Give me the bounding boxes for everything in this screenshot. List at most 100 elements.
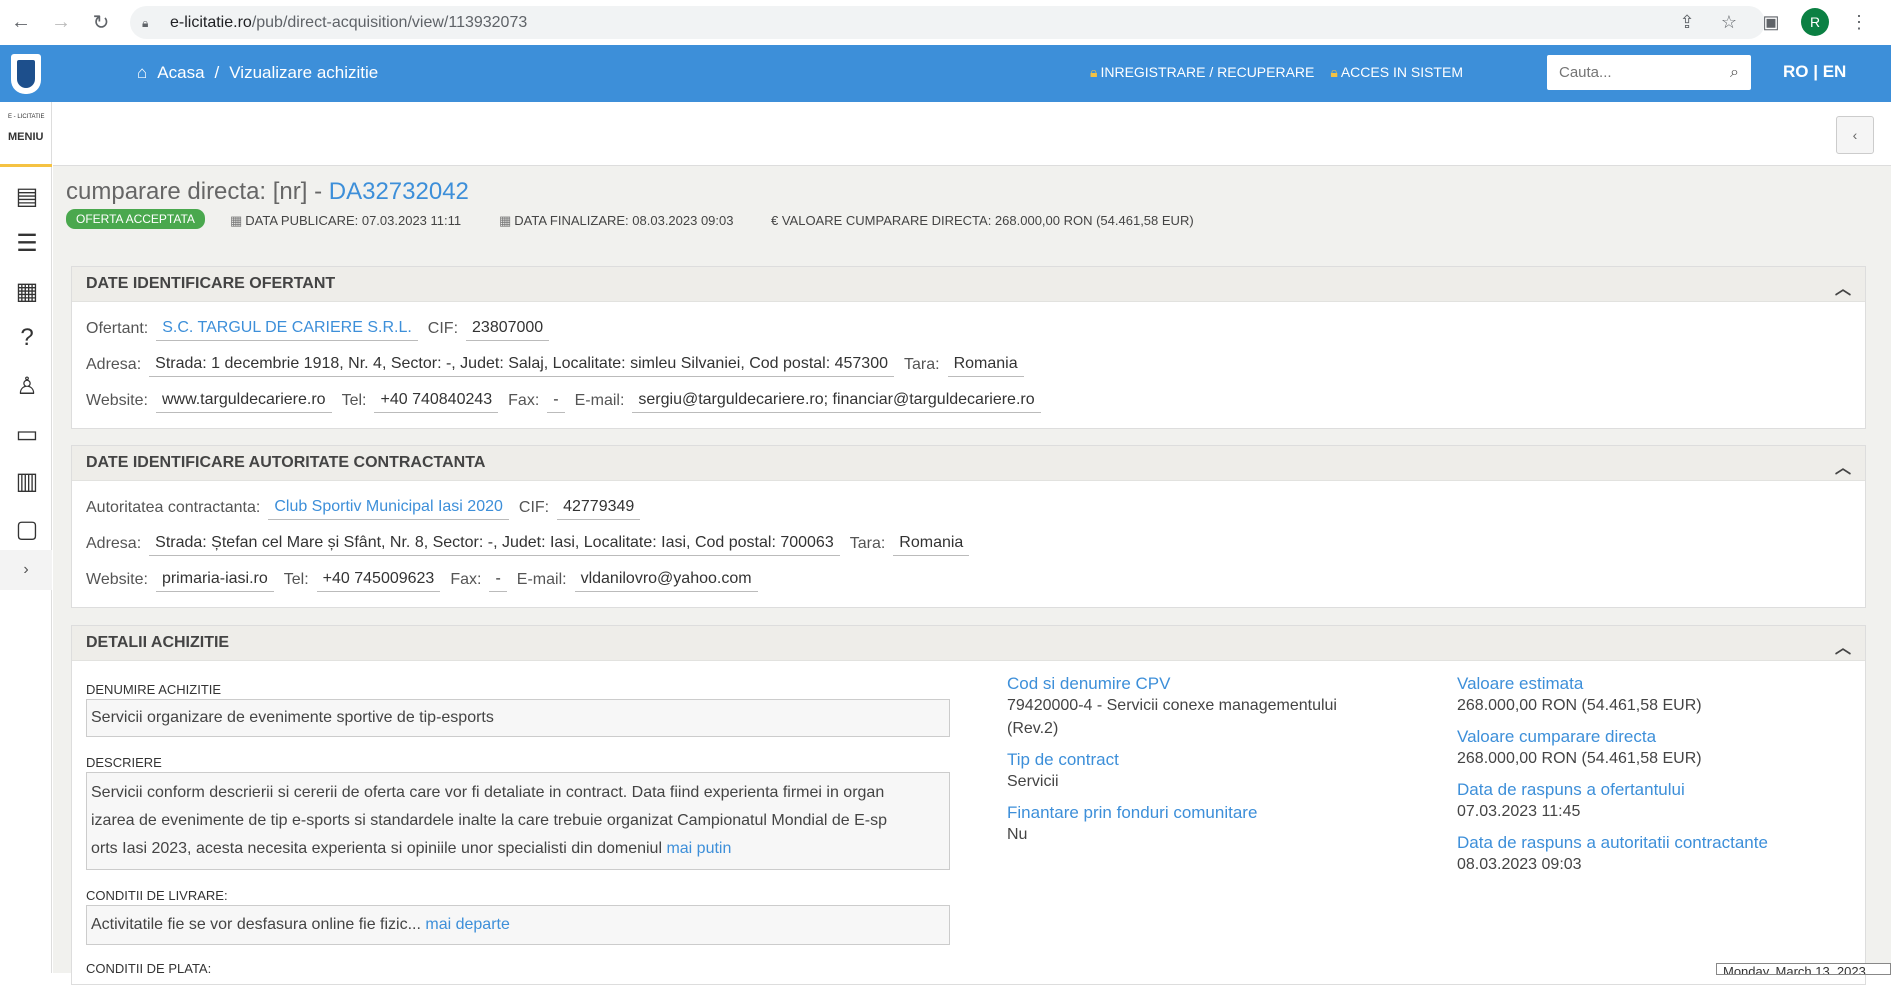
cif-label: CIF: <box>518 499 550 516</box>
search-input[interactable] <box>1559 64 1709 81</box>
export-list-icon[interactable]: ☰ <box>13 229 41 257</box>
description-label: DESCRIERE <box>86 755 162 770</box>
authority-cif: 42779349 <box>557 496 641 520</box>
tel-label: Tel: <box>283 571 309 588</box>
search-box: ⌕ <box>1547 55 1751 90</box>
estimated-value-title: Valoare estimata <box>1457 674 1584 693</box>
help-icon[interactable]: ? <box>13 324 41 352</box>
country-label: Tara: <box>849 535 886 552</box>
authority-name-link[interactable]: Club Sportiv Municipal Iasi 2020 <box>268 496 509 520</box>
authority-address: Strada: Ștefan cel Mare și Sfânt, Nr. 8,… <box>149 532 840 556</box>
calendar-icon: ▦ <box>499 213 512 228</box>
finalize-date: ▦ DATA FINALIZARE: 08.03.2023 09:03 <box>499 213 734 228</box>
forward-icon[interactable]: → <box>46 7 76 37</box>
authority-response-date: 08.03.2023 09:03 <box>1457 856 1582 873</box>
sidebar-menu-label[interactable]: MENIU <box>8 131 43 143</box>
authority-label: Autoritatea contractanta: <box>86 499 261 516</box>
register-link[interactable]: 🔒︎ INREGISTRARE / RECUPERARE <box>1090 64 1314 81</box>
cpv-title: Cod si denumire CPV <box>1007 674 1171 693</box>
name-label: DENUMIRE ACHIZITIE <box>86 682 222 697</box>
bidder-panel-header[interactable]: DATE IDENTIFICARE OFERTANT ︿ <box>72 267 1865 302</box>
contract-type-title: Tip de contract <box>1007 750 1119 769</box>
description-line: izarea de evenimente de tip e-sports si … <box>91 812 888 829</box>
bidder-cif: 23807000 <box>466 317 550 341</box>
date-tooltip: Monday, March 13, 2023 <box>1716 963 1891 975</box>
page-title: cumparare directa: [nr] - DA32732042 <box>66 178 469 205</box>
menu-divider <box>0 164 52 167</box>
bidder-label: Ofertant: <box>86 320 149 337</box>
direct-value: 268.000,00 RON (54.461,58 EUR) <box>1457 750 1702 767</box>
home-icon[interactable]: ⌂ <box>137 63 147 83</box>
chevron-up-icon[interactable]: ︿ <box>1835 275 1851 299</box>
bidder-country: Romania <box>947 353 1024 377</box>
bookmark-star-icon[interactable]: ☆ <box>1717 10 1741 34</box>
document-list-icon[interactable]: ▤ <box>13 182 41 210</box>
reload-icon[interactable]: ↻ <box>86 7 116 37</box>
share-icon[interactable]: ⇪ <box>1675 10 1699 34</box>
logo-shield-icon <box>11 53 41 94</box>
bidder-address: Strada: 1 decembrie 1918, Nr. 4, Sector:… <box>149 353 894 377</box>
show-less-link[interactable]: mai putin <box>666 840 731 857</box>
profile-avatar[interactable]: R <box>1801 8 1829 36</box>
page-toolbar: ‹ <box>53 102 1891 166</box>
payment-conditions-label: CONDITII DE PLATA: <box>86 961 212 976</box>
bidder-name-link[interactable]: S.C. TARGUL DE CARIERE S.R.L. <box>156 317 418 341</box>
chevron-up-icon[interactable]: ︿ <box>1835 454 1851 478</box>
cpv-value: 79420000-4 - Servicii conexe managementu… <box>1007 697 1337 737</box>
details-panel-header[interactable]: DETALII ACHIZITIE ︿ <box>72 626 1865 661</box>
authority-email: vldanilovro@yahoo.com <box>574 568 758 592</box>
fax-label: Fax: <box>450 571 482 588</box>
direct-purchase-value: € VALOARE CUMPARARE DIRECTA: 268.000,00 … <box>771 213 1194 228</box>
authority-panel-header[interactable]: DATE IDENTIFICARE AUTORITATE CONTRACTANT… <box>72 446 1865 481</box>
more-menu-icon[interactable]: ⋮ <box>1847 10 1871 34</box>
publish-date: ▦ DATA PUBLICARE: 07.03.2023 11:11 <box>230 213 462 228</box>
authority-fax: - <box>489 568 507 592</box>
approval-icon[interactable]: ▦ <box>13 277 41 305</box>
read-more-link[interactable]: mai departe <box>425 916 510 933</box>
site-logo[interactable] <box>0 45 52 102</box>
chevron-up-icon[interactable]: ︿ <box>1835 634 1851 658</box>
bidder-tel: +40 740840243 <box>374 389 499 413</box>
details-panel: DETALII ACHIZITIE ︿ DENUMIRE ACHIZITIE S… <box>71 625 1866 985</box>
user-money-icon[interactable]: ♙ <box>13 372 41 400</box>
breadcrumb-home[interactable]: Acasa <box>157 63 204 83</box>
lock-icon: 🔒︎ <box>1330 64 1338 80</box>
procurement-name: Servicii organizare de evenimente sporti… <box>86 699 950 737</box>
side-panel-icon[interactable]: ▣ <box>1759 10 1783 34</box>
breadcrumb: ⌂ Acasa / Vizualizare achizitie <box>137 63 378 83</box>
site-header: ⌂ Acasa / Vizualizare achizitie 🔒︎ INREGI… <box>0 45 1891 102</box>
sidebar-brand: E - LICITATIE <box>8 114 45 120</box>
description-line: Servicii conform descrierii si cererii d… <box>91 784 885 801</box>
chat-icon[interactable]: ▢ <box>13 515 41 543</box>
authority-response-title: Data de raspuns a autoritatii contractan… <box>1457 833 1768 852</box>
breadcrumb-current: Vizualizare achizitie <box>229 63 379 82</box>
description-box: Servicii conform descrierii si cererii d… <box>86 772 950 870</box>
authority-country: Romania <box>893 532 970 556</box>
tel-label: Tel: <box>341 392 367 409</box>
contact-card-icon[interactable]: ▭ <box>13 420 41 448</box>
catalog-icon[interactable]: ▥ <box>13 467 41 495</box>
main-content: cumparare directa: [nr] - DA32732042 OFE… <box>53 166 1891 985</box>
language-switch[interactable]: RO | EN <box>1783 62 1846 82</box>
eu-funding-value: Nu <box>1007 826 1028 843</box>
lock-icon: 🔒︎ <box>1090 64 1098 80</box>
sidebar: E - LICITATIE MENIU ▤ ☰ ▦ ? ♙ ▭ ▥ ▢ › <box>0 102 52 973</box>
login-link[interactable]: 🔒︎ ACCES IN SISTEM <box>1330 64 1463 81</box>
lock-icon: 🔒︎ <box>142 15 149 30</box>
country-label: Tara: <box>904 356 940 373</box>
sidebar-expand-button[interactable]: › <box>0 550 52 590</box>
procurement-number[interactable]: DA32732042 <box>329 178 469 205</box>
address-label: Adresa: <box>86 356 142 373</box>
delivery-conditions: Activitatile fie se vor desfasura online… <box>86 905 950 945</box>
address-bar[interactable]: 🔒︎ e-licitatie.ro/pub/direct-acquisition… <box>130 6 1765 39</box>
url-text: e-licitatie.ro/pub/direct-acquisition/vi… <box>170 13 528 31</box>
collapse-panel-button[interactable]: ‹ <box>1836 116 1874 154</box>
website-label: Website: <box>86 392 148 409</box>
authority-tel: +40 745009623 <box>316 568 441 592</box>
back-icon[interactable]: ← <box>6 7 36 37</box>
search-icon[interactable]: ⌕ <box>1730 64 1739 82</box>
authority-website: primaria-iasi.ro <box>155 568 274 592</box>
contract-type-value: Servicii <box>1007 773 1059 790</box>
email-label: E-mail: <box>574 392 625 409</box>
bidder-email: sergiu@targuldecariere.ro; financiar@tar… <box>632 389 1041 413</box>
